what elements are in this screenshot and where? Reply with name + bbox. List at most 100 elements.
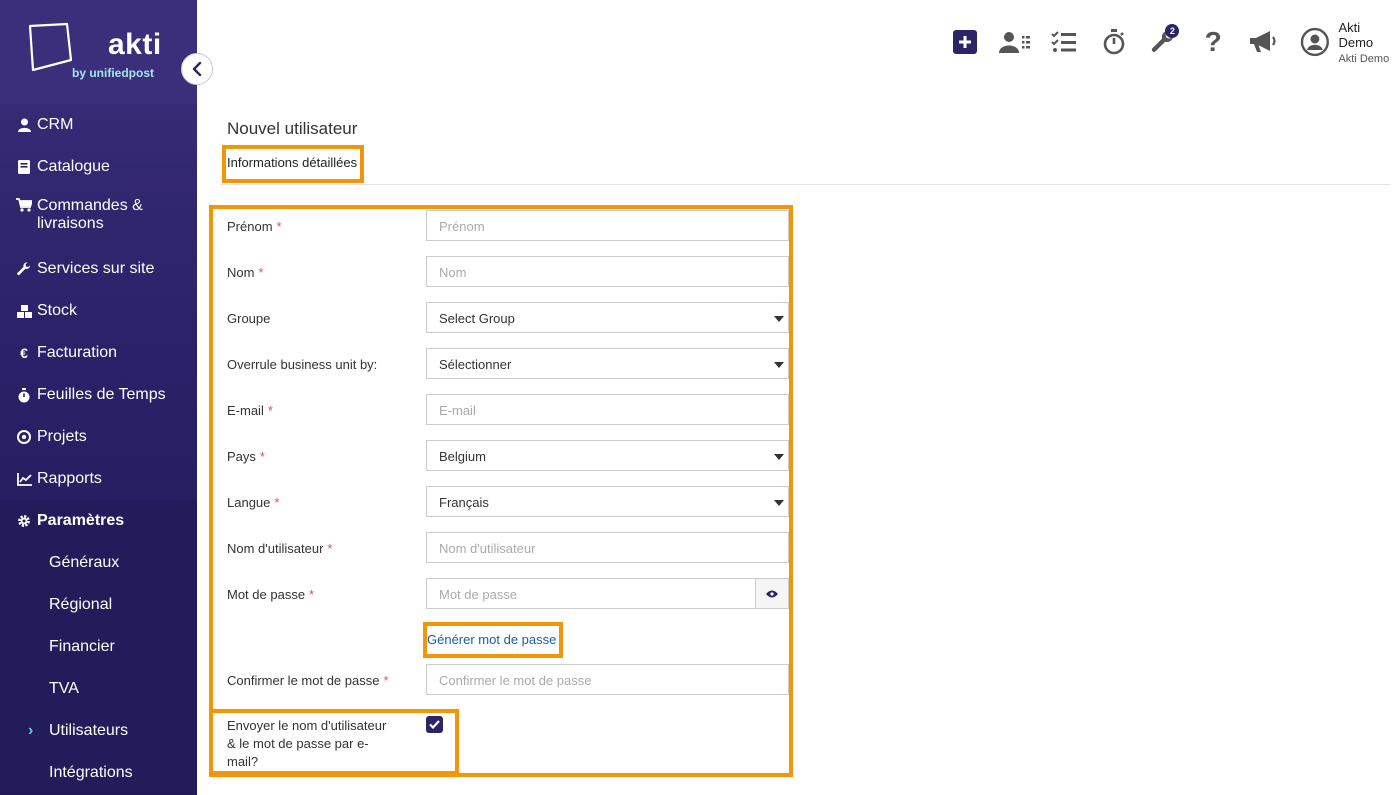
sidebar-subitem-users[interactable]: › Utilisateurs: [0, 710, 197, 752]
password-row: Mot de passe * Mot de passe: [227, 578, 789, 609]
checklist-icon: [1051, 31, 1077, 52]
user-company: Akti Demo: [1338, 52, 1390, 65]
business-unit-select-value: Sélectionner: [439, 357, 512, 372]
brand-name: akti: [108, 28, 162, 61]
user-icon: [16, 118, 32, 132]
brand[interactable]: akti by unifiedpost: [0, 0, 197, 104]
tasks-button[interactable]: [1039, 25, 1089, 59]
akti-logo-icon: [28, 22, 73, 72]
cart-icon: [16, 198, 32, 212]
group-select-value: Select Group: [439, 311, 515, 326]
business-unit-select[interactable]: Sélectionner: [426, 348, 789, 379]
page-title: Nouvel utilisateur: [227, 119, 358, 138]
sidebar-item-label: Feuilles de Temps: [37, 386, 166, 403]
confirm-password-input[interactable]: Confirmer le mot de passe: [426, 664, 789, 695]
highlight-generate-link: [423, 622, 563, 658]
lastname-label: Nom *: [227, 265, 264, 280]
sidebar-nav: CRM Catalogue Commandes & livraisons Ser…: [0, 104, 197, 500]
sidebar-item-label: Services sur site: [37, 260, 155, 277]
sidebar-subitem-integrations[interactable]: Intégrations: [0, 752, 197, 794]
sidebar-item-stock[interactable]: Stock: [0, 290, 197, 332]
help-button[interactable]: ?: [1188, 25, 1238, 59]
sidebar-subitem-vat[interactable]: TVA: [0, 668, 197, 710]
announcements-button[interactable]: [1238, 25, 1288, 59]
language-label: Langue *: [227, 495, 280, 510]
firstname-input[interactable]: Prénom: [426, 210, 789, 241]
language-select[interactable]: Français: [426, 486, 789, 517]
language-row: Langue * Français: [227, 486, 789, 517]
collapse-sidebar-button[interactable]: [181, 53, 213, 85]
sidebar-subitem-label: Régional: [49, 596, 113, 613]
sidebar-item-settings[interactable]: Paramètres: [0, 500, 197, 542]
sidebar-subitem-label: TVA: [49, 680, 79, 697]
firstname-label: Prénom *: [227, 219, 282, 234]
add-button[interactable]: [940, 25, 990, 59]
username-label: Nom d'utilisateur *: [227, 541, 333, 556]
business-unit-label: Overrule business unit by:: [227, 357, 378, 372]
gear-icon: [16, 514, 32, 528]
lastname-row: Nom * Nom: [227, 256, 789, 287]
user-menu[interactable]: Akti Demo Akti Demo: [1290, 20, 1398, 65]
sidebar-item-timesheets[interactable]: Feuilles de Temps: [0, 374, 197, 416]
stopwatch-icon: [16, 387, 32, 403]
sidebar-item-label: Facturation: [37, 344, 118, 361]
caret-down-icon: [774, 454, 784, 460]
sidebar-item-invoicing[interactable]: € Facturation: [0, 332, 197, 374]
show-password-button[interactable]: [755, 578, 789, 609]
sidebar-item-catalogue[interactable]: Catalogue: [0, 146, 197, 188]
sidebar: akti by unifiedpost CRM Catalogue Comman…: [0, 0, 197, 795]
password-input[interactable]: Mot de passe: [426, 578, 756, 609]
cubes-icon: [16, 304, 32, 318]
country-select[interactable]: Belgium: [426, 440, 789, 471]
username-row: Nom d'utilisateur * Nom d'utilisateur: [227, 532, 789, 563]
confirm-password-row: Confirmer le mot de passe * Confirmer le …: [227, 664, 789, 695]
sidebar-item-projects[interactable]: Projets: [0, 416, 197, 458]
sidebar-subitem-financial[interactable]: Financier: [0, 626, 197, 668]
sidebar-item-label: Rapports: [37, 470, 102, 487]
highlight-send-credentials: [209, 709, 459, 775]
caret-down-icon: [774, 500, 784, 506]
tools-button[interactable]: 2: [1139, 24, 1189, 59]
group-row: Groupe Select Group: [227, 302, 789, 333]
confirm-password-label: Confirmer le mot de passe *: [227, 673, 389, 688]
sidebar-item-label: Catalogue: [37, 158, 110, 175]
sidebar-item-orders[interactable]: Commandes & livraisons: [0, 188, 197, 248]
email-input[interactable]: E-mail: [426, 394, 789, 425]
sidebar-subitem-regional[interactable]: Régional: [0, 584, 197, 626]
timer-button[interactable]: [1089, 25, 1139, 59]
sidebar-item-services[interactable]: Services sur site: [0, 248, 197, 290]
euro-icon: €: [20, 345, 28, 361]
stopwatch-icon: [1103, 29, 1125, 55]
sidebar-item-crm[interactable]: CRM: [0, 104, 197, 146]
country-row: Pays * Belgium: [227, 440, 789, 471]
username-input[interactable]: Nom d'utilisateur: [426, 532, 789, 563]
settings-section: Paramètres Généraux Régional Financier T…: [0, 500, 197, 794]
book-icon: [16, 160, 32, 174]
lastname-input[interactable]: Nom: [426, 256, 789, 287]
help-icon: ?: [1204, 26, 1222, 57]
email-row: E-mail * E-mail: [227, 394, 789, 425]
brand-tagline: by unifiedpost: [72, 66, 154, 80]
contacts-button[interactable]: [990, 25, 1040, 59]
sidebar-subitem-general[interactable]: Généraux: [0, 542, 197, 584]
sidebar-item-label: CRM: [37, 116, 74, 133]
sidebar-subitem-label: Généraux: [49, 554, 120, 571]
caret-down-icon: [774, 316, 784, 322]
plus-icon: [952, 30, 977, 54]
avatar-icon: [1300, 27, 1329, 57]
chevron-left-icon: [192, 62, 202, 76]
target-icon: [16, 430, 32, 444]
language-select-value: Français: [439, 495, 489, 510]
sidebar-item-label: Paramètres: [37, 512, 125, 529]
sidebar-subitem-label: Financier: [49, 638, 115, 655]
sidebar-item-label: Commandes & livraisons: [37, 197, 143, 232]
highlight-tab: [222, 145, 364, 183]
email-label: E-mail *: [227, 403, 273, 418]
user-list-icon: [998, 32, 1030, 53]
country-select-value: Belgium: [439, 449, 486, 464]
group-select[interactable]: Select Group: [426, 302, 789, 333]
sidebar-item-reports[interactable]: Rapports: [0, 458, 197, 500]
wrench-icon: [16, 262, 32, 276]
password-label: Mot de passe *: [227, 587, 315, 602]
business-unit-row: Overrule business unit by: Sélectionner: [227, 348, 789, 379]
